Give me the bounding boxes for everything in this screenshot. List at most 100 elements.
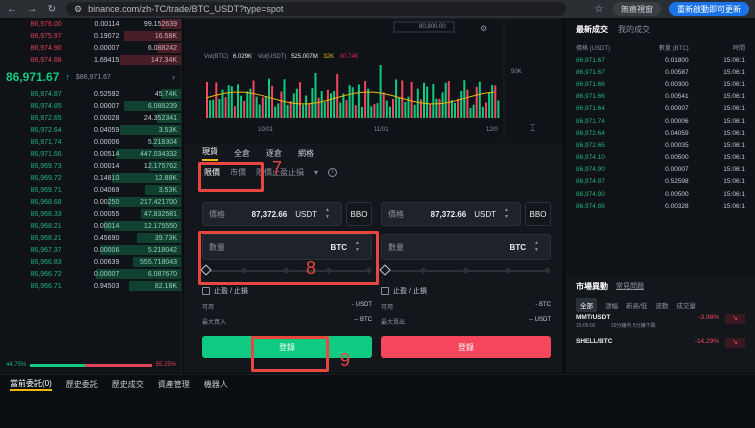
order-book-row[interactable]: 86,971.74 0.00006 5.218304 [0, 136, 181, 148]
star-icon[interactable]: ☆ [593, 4, 605, 15]
order-book-row[interactable]: 86,974.90 0.00007 6.088242 [0, 42, 181, 54]
trade-row: 86,974.90 0.00500 15:06:1 [566, 188, 755, 200]
buy-bbo-button[interactable]: BBO [346, 202, 372, 226]
header-amount: 數量 (BTC) [658, 45, 689, 52]
depth-bar [137, 233, 181, 243]
order-book-row[interactable]: 86,969.71 0.04069 3.53K [0, 184, 181, 196]
sell-amount-slider[interactable] [379, 264, 552, 278]
faq-link[interactable]: 常見問題 [616, 281, 644, 291]
chart-settings-icon[interactable]: ⚙ [480, 24, 487, 33]
tab-bots[interactable]: 機器人 [204, 379, 228, 390]
sell-bbo-button[interactable]: BBO [525, 202, 551, 226]
stepper-up-icon[interactable]: ▲ [534, 240, 544, 247]
sell-tpsl-checkbox[interactable] [381, 287, 389, 295]
mk-tab-all[interactable]: 全部 [576, 298, 597, 312]
mk-tab-gain[interactable]: 漲幅 [605, 300, 618, 310]
order-book-row[interactable]: 86,972.64 0.04059 3.53K [0, 124, 181, 136]
tab-grid[interactable]: 網格 [298, 148, 314, 159]
order-book-row[interactable]: 86,967.37 0.00006 5.218042 [0, 244, 181, 256]
incognito-chip[interactable]: 無痕視窗 [613, 2, 661, 16]
slider-tick-50[interactable] [461, 266, 470, 275]
mk-tab-volume[interactable]: 成交量 [676, 300, 696, 310]
trade-time: 15:06:1 [723, 154, 745, 162]
volume-bar [252, 80, 255, 118]
trade-time: 15:06:1 [723, 141, 745, 149]
chevron-right-icon[interactable]: › [172, 72, 175, 82]
stepper-down-icon[interactable]: ▼ [534, 247, 544, 254]
order-book-row[interactable]: 86,968.21 0.00014 12.175550 [0, 220, 181, 232]
order-book-row[interactable]: 86,968.33 0.00055 47.832581 [0, 208, 181, 220]
chart-scale-icon[interactable]: ⌶ [530, 123, 535, 133]
forward-arrow-icon[interactable]: → [26, 4, 38, 15]
volume-bar [392, 98, 394, 118]
market-mover-row[interactable]: SHELL/BTC -14.29% ↘ [566, 338, 755, 352]
volume-bar [246, 91, 249, 118]
order-book-amount: 0.04059 [94, 126, 120, 134]
volume-bar [447, 81, 450, 118]
tab-market-trades[interactable]: 最新成交 [576, 24, 608, 35]
market-mover-row[interactable]: MMT/USDT 15:05:02 10分鐘內 5分鐘下跌 -3.98% ↘ [566, 314, 755, 329]
tab-order-history[interactable]: 歷史委託 [66, 379, 98, 390]
market-movers-title: 市場異動 [576, 281, 608, 291]
slider-tick-25[interactable] [419, 266, 428, 275]
order-book-row[interactable]: 86,969.73 0.00014 12.175762 [0, 160, 181, 172]
order-book-price: 86,969.72 [30, 174, 62, 182]
order-book-row[interactable]: 86,974.85 0.00007 6.088239 [0, 100, 181, 112]
order-book-row[interactable]: 86,974.87 0.52592 45.74K [0, 88, 181, 100]
order-book-row[interactable]: 86,972.65 0.00028 24.352341 [0, 112, 181, 124]
stepper-down-icon[interactable]: ▼ [504, 214, 514, 221]
trade-time: 15:06:1 [723, 68, 745, 76]
tab-isolated[interactable]: 逐倉 [266, 148, 282, 159]
order-book-row[interactable]: 86,974.88 1.69415 147.34K [0, 54, 181, 66]
site-info-icon[interactable]: ⚙ [74, 4, 82, 15]
stepper-up-icon[interactable]: ▲ [325, 207, 335, 214]
volume-bar [227, 85, 230, 118]
sell-qty-stepper[interactable]: ▲ ▼ [534, 240, 544, 254]
buy-tpsl-checkbox[interactable] [202, 287, 210, 295]
buy-price-field[interactable]: 價格 87,372.66 USDT ▲ ▼ [202, 202, 342, 226]
info-icon[interactable]: i [328, 167, 338, 177]
trade-row: 86,971.67 0.00587 15:06:1 [566, 66, 755, 78]
sell-quantity-field[interactable]: 數量 BTC ▲ ▼ [381, 234, 551, 260]
sell-login-button[interactable]: 登錄 [381, 336, 551, 358]
buy-price-stepper[interactable]: ▲ ▼ [325, 207, 335, 221]
order-book-row[interactable]: 86,966.83 0.00639 555.718043 [0, 256, 181, 268]
tab-cross[interactable]: 全倉 [234, 148, 250, 159]
order-book-row[interactable]: 86,971.66 0.00514 447.034332 [0, 148, 181, 160]
restart-update-button[interactable]: 重新啟動即可更新 [669, 2, 749, 16]
order-book-price: 86,971.66 [30, 150, 62, 158]
order-book-amount: 0.04069 [94, 186, 120, 194]
mk-tab-high-low[interactable]: 新高/低 [626, 300, 647, 310]
order-book-row[interactable]: 86,966.72 0.00007 6.087670 [0, 268, 181, 280]
stepper-down-icon[interactable]: ▼ [325, 214, 335, 221]
tab-spot[interactable]: 現貨 [202, 146, 218, 161]
back-arrow-icon[interactable]: ← [6, 4, 18, 15]
order-book-row[interactable]: 86,969.72 0.14810 12.88K [0, 172, 181, 184]
stepper-up-icon[interactable]: ▲ [504, 207, 514, 214]
order-book-row[interactable]: 86,975.97 0.19072 16.58K [0, 30, 181, 42]
buy-tpsl-label: 止盈 / 止損 [214, 288, 248, 295]
price-chart[interactable]: 80,800.00 ⚙ Vol(BTC) 6.029K Vol(USDT) 52… [184, 18, 562, 138]
mk-tab-volatility[interactable]: 波動 [655, 300, 668, 310]
sell-price-field[interactable]: 價格 87,372.66 USDT ▲ ▼ [381, 202, 521, 226]
slider-handle[interactable] [379, 264, 391, 276]
url-text: binance.com/zh-TC/trade/BTC_USDT?type=sp… [88, 4, 284, 14]
chevron-down-icon[interactable]: ▾ [314, 168, 318, 177]
depth-bar [149, 161, 181, 171]
reload-icon[interactable]: ↻ [46, 4, 58, 15]
annotation-number-8: 8 [306, 258, 317, 278]
address-bar[interactable]: ⚙ binance.com/zh-TC/trade/BTC_USDT?type=… [66, 2, 566, 16]
tab-assets[interactable]: 資產管理 [158, 379, 190, 390]
order-book-row[interactable]: 86,976.00 0.00114 99.152639 [0, 18, 181, 30]
annotation-box-7 [198, 162, 264, 192]
trade-row: 86,971.64 0.00007 15:06:1 [566, 103, 755, 115]
tab-open-orders[interactable]: 當前委託(0) [10, 378, 52, 391]
slider-tick-75[interactable] [503, 266, 512, 275]
tab-trade-history[interactable]: 歷史成交 [112, 379, 144, 390]
order-book-row[interactable]: 86,966.71 0.94503 82.18K [0, 280, 181, 292]
slider-tick-100[interactable] [543, 266, 552, 275]
order-book-row[interactable]: 86,968.68 0.00250 217.421700 [0, 196, 181, 208]
sell-price-stepper[interactable]: ▲ ▼ [504, 207, 514, 221]
tab-my-trades[interactable]: 我的成交 [618, 24, 650, 35]
order-book-row[interactable]: 86,968.21 0.45690 39.73K [0, 232, 181, 244]
